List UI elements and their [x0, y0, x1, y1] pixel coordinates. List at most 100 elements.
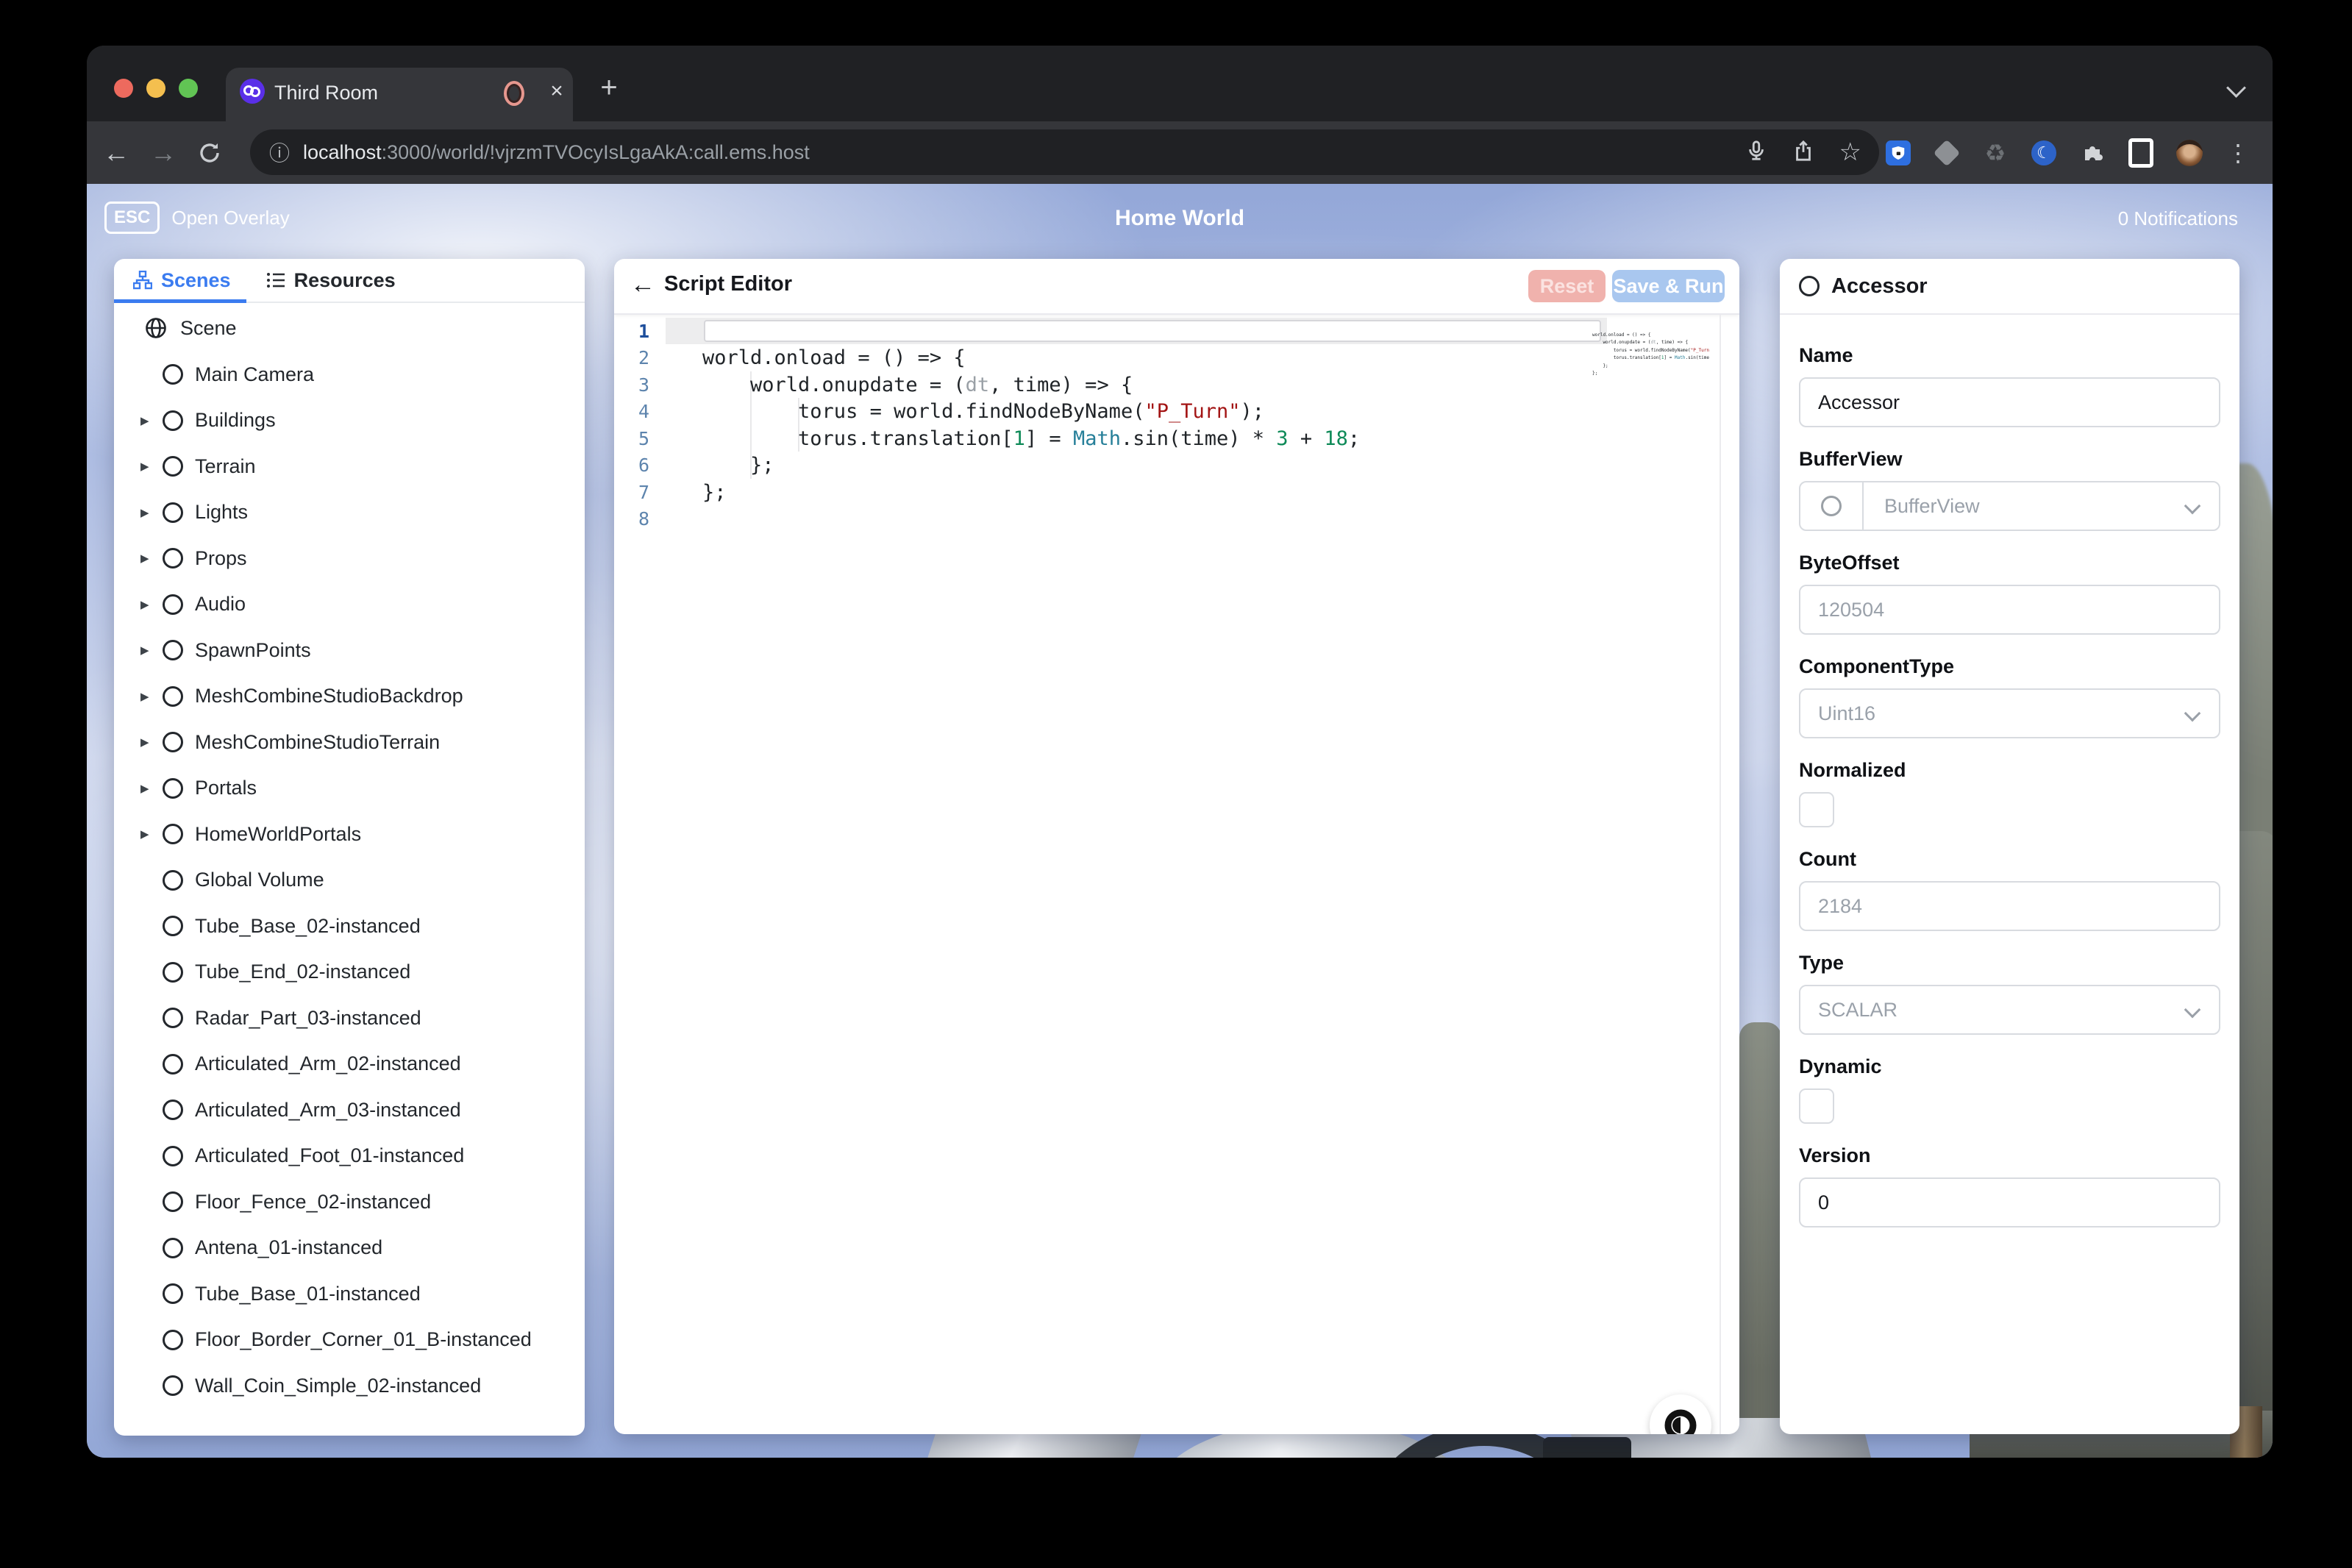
scene-node-row[interactable]: ▶ Terrain	[114, 443, 585, 490]
scene-root-row[interactable]: Scene	[114, 304, 585, 352]
new-tab-button[interactable]: +	[593, 72, 625, 104]
dark-reader-extension-icon[interactable]: ☾	[2031, 140, 2057, 166]
scene-node-row[interactable]: ▶ Floor_Fence_02-instanced	[114, 1179, 585, 1225]
count-input[interactable]: 2184	[1799, 881, 2220, 931]
scene-node-row[interactable]: ▶ Main Camera	[114, 352, 585, 398]
componenttype-select[interactable]: Uint16	[1799, 688, 2220, 738]
tab-search-chevron-icon[interactable]	[2226, 78, 2246, 98]
scene-node-row[interactable]: ▶ Wall_Coin_Simple_02-instanced	[114, 1363, 585, 1409]
minimap[interactable]: world.onload = () => { world.onupdate = …	[1592, 324, 1710, 405]
scene-node-row[interactable]: ▶ Lights	[114, 490, 585, 536]
scene-node-row[interactable]: ▶ Articulated_Foot_01-instanced	[114, 1133, 585, 1180]
devtools-extension-icon[interactable]	[1934, 140, 1960, 166]
scene-node-row[interactable]: ▶ Tube_End_02-instanced	[114, 949, 585, 996]
expand-arrow-icon[interactable]: ▶	[140, 552, 163, 565]
scene-node-row[interactable]: ▶ HomeWorldPortals	[114, 811, 585, 858]
scene-node-row[interactable]: ▶ Tube_Base_01-instanced	[114, 1271, 585, 1317]
expand-arrow-icon[interactable]: ▶	[140, 460, 163, 473]
normalized-checkbox[interactable]	[1799, 792, 1834, 827]
node-circle-icon	[163, 594, 183, 615]
side-panel-icon[interactable]	[2128, 140, 2154, 166]
code-line[interactable]: 4 torus = world.findNodeByName("P_Turn")…	[614, 399, 1739, 426]
reset-button[interactable]: Reset	[1528, 270, 1606, 302]
expand-arrow-icon[interactable]: ▶	[140, 690, 163, 703]
type-select[interactable]: SCALAR	[1799, 985, 2220, 1035]
line-number: 7	[614, 482, 666, 503]
code-line[interactable]: 1	[614, 318, 1739, 345]
version-input[interactable]: 0	[1799, 1177, 2220, 1227]
scene-node-row[interactable]: ▶ Articulated_Arm_02-instanced	[114, 1041, 585, 1088]
scene-node-row[interactable]: ▶ Articulated_Arm_03-instanced	[114, 1087, 585, 1133]
notifications-count[interactable]: 0 Notifications	[2118, 207, 2238, 230]
code-line[interactable]: 5 torus.translation[1] = Math.sin(time) …	[614, 425, 1739, 452]
field-label: ComponentType	[1799, 655, 2220, 678]
code-line[interactable]: 2 world.onload = () => {	[614, 345, 1739, 372]
scene-node-row[interactable]: ▶ Buildings	[114, 398, 585, 444]
scene-node-row[interactable]: ▶ Global Volume	[114, 858, 585, 904]
code-line[interactable]: 7 };	[614, 479, 1739, 506]
password-manager-extension-icon[interactable]	[1885, 140, 1911, 166]
expand-arrow-icon[interactable]: ▶	[140, 735, 163, 749]
scene-node-row[interactable]: ▶ MeshCombineStudioBackdrop	[114, 674, 585, 720]
back-arrow-icon[interactable]: ←	[630, 271, 655, 299]
expand-arrow-icon[interactable]: ▶	[140, 782, 163, 795]
close-window-button[interactable]	[114, 79, 133, 98]
node-circle-icon	[163, 410, 183, 431]
scene-node-row[interactable]: ▶ Props	[114, 535, 585, 582]
back-button[interactable]: ←	[96, 121, 137, 184]
scene-node-row[interactable]: ▶ SpawnPoints	[114, 627, 585, 674]
scene-node-label: Props	[195, 547, 247, 570]
node-circle-icon	[163, 1375, 183, 1396]
site-info-icon[interactable]: ⓘ	[269, 138, 290, 167]
expand-arrow-icon[interactable]: ▶	[140, 598, 163, 611]
line-number: 2	[614, 347, 666, 368]
share-icon[interactable]	[1792, 139, 1814, 166]
code-line[interactable]: 3 world.onupdate = (dt, time) => {	[614, 371, 1739, 399]
close-tab-icon[interactable]: ×	[544, 78, 570, 104]
scene-node-row[interactable]: ▶ Antena_01-instanced	[114, 1225, 585, 1272]
world-viewport[interactable]: ESC Open Overlay Home World 0 Notificati…	[87, 184, 2273, 1458]
extensions-puzzle-icon[interactable]	[2079, 140, 2106, 166]
code-line[interactable]: 6 };	[614, 452, 1739, 480]
scene-node-row[interactable]: ▶ Radar_Part_03-instanced	[114, 995, 585, 1041]
tab-resources[interactable]: Resources	[266, 269, 396, 292]
profile-avatar[interactable]	[2176, 140, 2203, 166]
minimize-window-button[interactable]	[146, 79, 165, 98]
reload-button[interactable]	[189, 121, 230, 184]
browser-menu-icon[interactable]: ⋮	[2225, 140, 2251, 166]
save-and-run-button[interactable]: Save & Run	[1612, 270, 1725, 302]
bookmark-star-icon[interactable]: ☆	[1839, 138, 1861, 167]
tab-scenes[interactable]: Scenes	[133, 269, 231, 292]
code-editor[interactable]: 1 2 world.onload = () => { 3 world.onupd…	[614, 315, 1739, 1434]
expand-arrow-icon[interactable]: ▶	[140, 506, 163, 519]
byteoffset-input[interactable]: 120504	[1799, 585, 2220, 635]
url-bar[interactable]: ⓘ localhost:3000/world/!vjrzmTVOcyIsLgaA…	[250, 129, 1879, 175]
expand-arrow-icon[interactable]: ▶	[140, 827, 163, 841]
expand-arrow-icon[interactable]: ▶	[140, 644, 163, 657]
recycle-extension-icon[interactable]: ♻	[1982, 140, 2009, 166]
fullscreen-window-button[interactable]	[179, 79, 198, 98]
inspector-header: Accessor	[1780, 259, 2239, 315]
editor-theme-toggle-button[interactable]	[1650, 1394, 1711, 1434]
browser-window: Third Room × + ← → ⓘ localhost:3000/worl…	[87, 46, 2273, 1458]
field-value: 0	[1818, 1191, 1829, 1214]
browser-tab[interactable]: Third Room ×	[226, 68, 573, 121]
scene-node-row[interactable]: ▶ Floor_Border_Corner_01_B-instanced	[114, 1317, 585, 1364]
url-text: localhost:3000/world/!vjrzmTVOcyIsLgaAkA…	[303, 141, 810, 164]
microphone-icon[interactable]	[1745, 139, 1767, 166]
code-text: world.onupdate = (dt, time) => {	[666, 374, 1133, 396]
code-line[interactable]: 8	[614, 506, 1739, 533]
name-input[interactable]: Accessor	[1799, 377, 2220, 427]
field-label: Dynamic	[1799, 1055, 2220, 1078]
bufferview-select[interactable]: BufferView	[1799, 481, 2220, 531]
scene-node-row[interactable]: ▶ Audio	[114, 582, 585, 628]
code-text: };	[666, 481, 727, 504]
scene-node-row[interactable]: ▶ Tube_Base_02-instanced	[114, 903, 585, 949]
node-circle-icon	[163, 1054, 183, 1075]
scene-node-row[interactable]: ▶ Portals	[114, 766, 585, 812]
field-value: Accessor	[1818, 391, 1900, 414]
expand-arrow-icon[interactable]: ▶	[140, 414, 163, 427]
scene-node-row[interactable]: ▶ MeshCombineStudioTerrain	[114, 719, 585, 766]
forward-button[interactable]: →	[143, 121, 184, 184]
dynamic-checkbox[interactable]	[1799, 1088, 1834, 1124]
